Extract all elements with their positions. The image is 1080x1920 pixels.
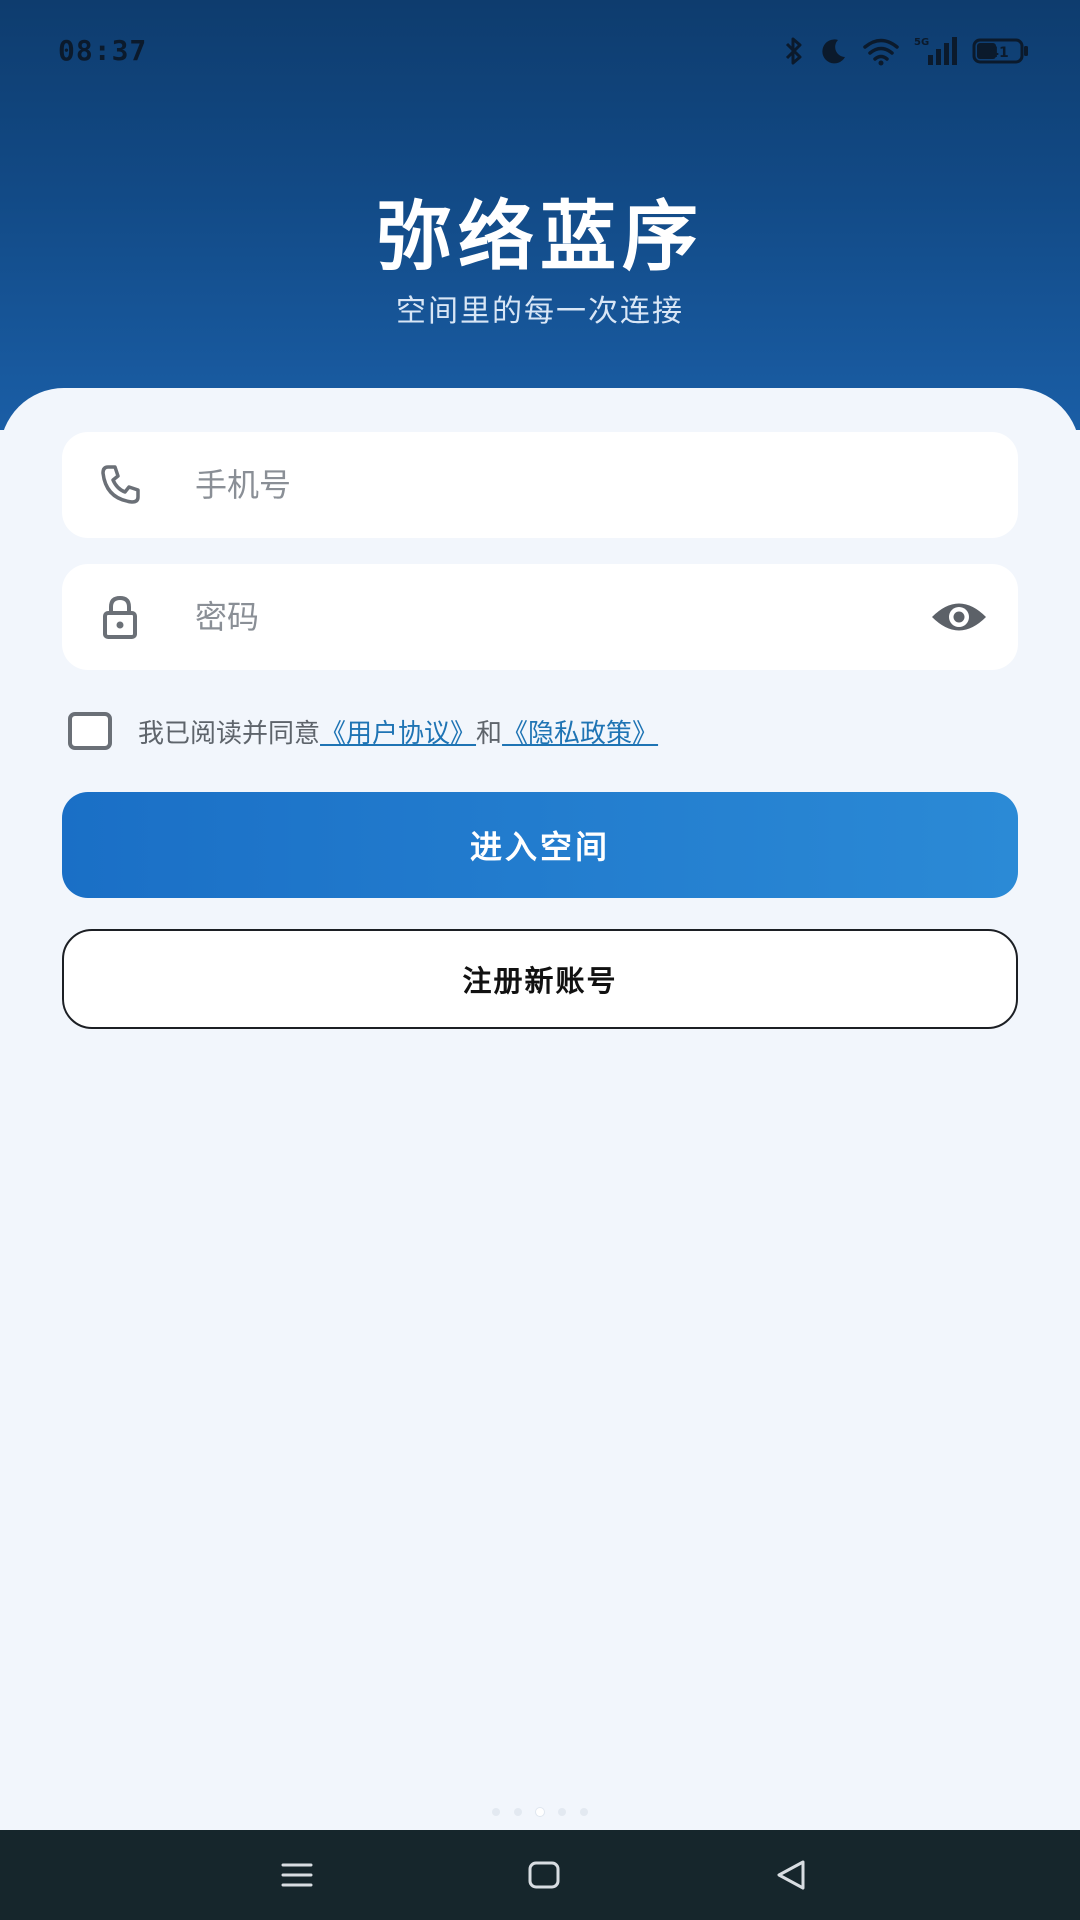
page-indicator [0,1808,1080,1816]
status-icons: 5G 41 [784,34,1030,68]
agreement-conjunction: 和 [476,718,503,749]
agreement-row: 我已阅读并同意 《用户协议》 和 《隐私政策》 [68,710,658,752]
phone-input[interactable] [195,454,895,516]
agreement-prefix: 我已阅读并同意 [138,718,321,749]
header-background: 08:37 5G 41 弥络蓝序 空间里的每一次连接 [0,0,1080,430]
phone-icon [101,465,140,504]
page-dot-active [536,1808,544,1816]
battery-level: 41 [989,45,1008,61]
bluetooth-icon [785,37,802,65]
menu-icon[interactable] [276,1854,318,1896]
back-icon[interactable] [770,1854,812,1896]
page-dot [514,1808,522,1816]
register-button[interactable]: 注册新账号 [62,929,1018,1029]
phone-field[interactable] [62,432,1018,538]
login-button[interactable]: 进入空间 [62,792,1018,898]
wifi-icon [863,38,899,66]
signal-icon: 5G [914,37,957,65]
eye-icon[interactable] [930,594,988,640]
page-dot [492,1808,500,1816]
privacy-policy-link[interactable]: 《隐私政策》 [502,713,658,750]
page-dot [580,1808,588,1816]
password-field[interactable] [62,564,1018,670]
network-label: 5G [914,37,929,48]
app-title: 弥络蓝序 [376,192,704,281]
navigation-bar [0,1830,1080,1920]
app-subtitle: 空间里的每一次连接 [396,294,684,329]
lock-icon [103,595,137,639]
battery-icon: 41 [972,38,1028,64]
user-agreement-link[interactable]: 《用户协议》 [320,713,476,750]
status-time: 08:37 [58,34,148,67]
password-input[interactable] [195,586,895,648]
moon-icon [822,39,845,64]
home-icon[interactable] [523,1854,565,1896]
status-bar: 08:37 5G 41 [0,0,1080,100]
page-dot [558,1808,566,1816]
agreement-checkbox[interactable] [68,712,112,750]
